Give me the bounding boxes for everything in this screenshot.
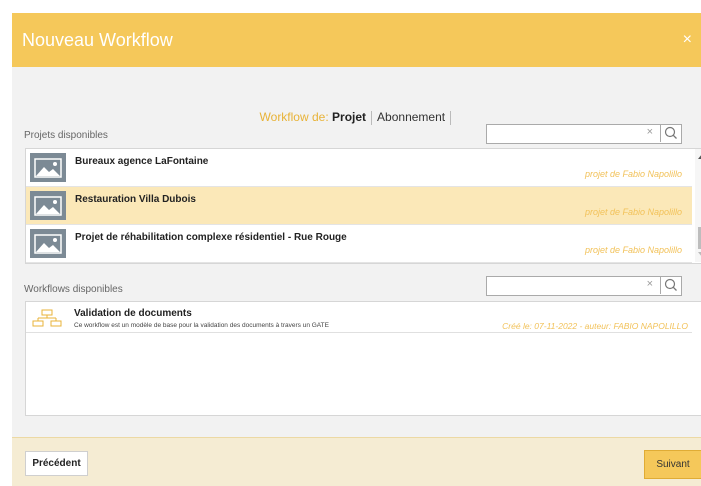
projects-search: × bbox=[486, 124, 682, 144]
search-icon bbox=[664, 126, 677, 139]
workflow-name: Validation de documents bbox=[74, 308, 192, 319]
workflows-search: × bbox=[486, 276, 682, 296]
projects-scrollbar[interactable] bbox=[695, 149, 701, 262]
close-icon[interactable]: × bbox=[683, 31, 692, 49]
project-name: Projet de réhabilitation complexe réside… bbox=[75, 232, 347, 243]
dialog-title: Nouveau Workflow bbox=[22, 30, 173, 50]
project-item-bureaux[interactable]: Bureaux agence LaFontaine projet de Fabi… bbox=[26, 149, 692, 187]
search-icon bbox=[664, 278, 677, 291]
new-workflow-dialog: Nouveau Workflow × Workflow de: Projet A… bbox=[12, 13, 701, 486]
workflow-description: Ce workflow est un modèle de base pour l… bbox=[74, 322, 329, 329]
next-button[interactable]: Suivant bbox=[644, 450, 701, 479]
project-author: projet de Fabio Napolillo bbox=[584, 207, 682, 217]
workflow-type-tabs: Workflow de: Projet Abonnement bbox=[12, 110, 701, 125]
projects-search-button[interactable] bbox=[660, 124, 681, 142]
workflow-item-validation[interactable]: Validation de documents Ce workflow est … bbox=[26, 302, 692, 333]
projects-clear-icon[interactable]: × bbox=[647, 126, 653, 138]
workflows-section-label: Workflows disponibles bbox=[24, 284, 123, 295]
image-placeholder-icon bbox=[30, 153, 66, 182]
workflows-clear-icon[interactable]: × bbox=[647, 278, 653, 290]
projects-list: Bureaux agence LaFontaine projet de Fabi… bbox=[25, 148, 701, 264]
previous-button[interactable]: Précédent bbox=[25, 451, 88, 476]
workflow-meta: Créé le: 07-11-2022 - auteur: FABIO NAPO… bbox=[502, 321, 688, 331]
projects-search-input[interactable] bbox=[487, 125, 647, 141]
workflows-search-button[interactable] bbox=[660, 276, 681, 294]
project-author: projet de Fabio Napolillo bbox=[584, 169, 682, 179]
dialog-header: Nouveau Workflow × bbox=[12, 13, 701, 67]
workflows-search-input[interactable] bbox=[487, 277, 647, 293]
tab-separator bbox=[450, 110, 452, 125]
workflows-list: Validation de documents Ce workflow est … bbox=[25, 301, 701, 416]
project-item-rue-rouge[interactable]: Projet de réhabilitation complexe réside… bbox=[26, 225, 692, 263]
projects-section-label: Projets disponibles bbox=[24, 130, 108, 141]
project-author: projet de Fabio Napolillo bbox=[584, 245, 682, 255]
tab-projet[interactable]: Projet bbox=[332, 110, 366, 124]
tab-abonnement[interactable]: Abonnement bbox=[377, 110, 445, 124]
workflow-diagram-icon bbox=[32, 309, 62, 327]
project-item-villa-dubois[interactable]: Restauration Villa Dubois projet de Fabi… bbox=[26, 187, 692, 225]
image-placeholder-icon bbox=[30, 191, 66, 220]
project-name: Restauration Villa Dubois bbox=[75, 194, 196, 205]
tab-separator bbox=[371, 110, 373, 125]
tabs-label: Workflow de: bbox=[259, 110, 329, 124]
image-placeholder-icon bbox=[30, 229, 66, 258]
project-name: Bureaux agence LaFontaine bbox=[75, 156, 209, 167]
dialog-footer: Précédent Suivant bbox=[12, 437, 701, 486]
